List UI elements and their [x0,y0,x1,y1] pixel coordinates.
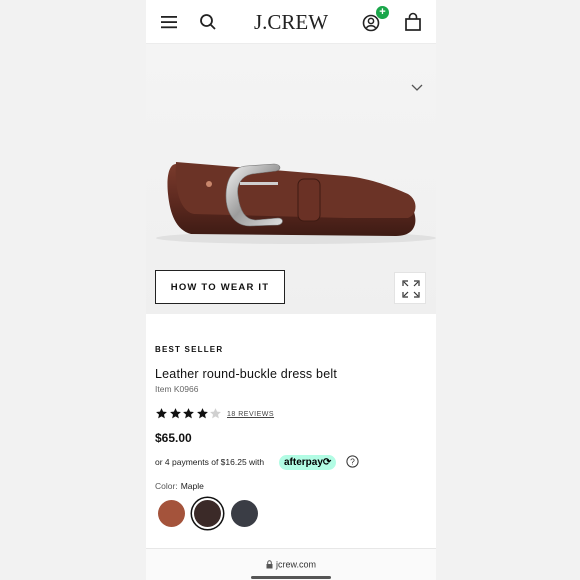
menu-icon[interactable] [158,11,180,33]
swatch-dark-brown[interactable] [194,500,221,527]
rating-stars[interactable] [155,407,223,421]
color-selector-label: Color: Maple [155,481,204,491]
help-icon[interactable]: ? [346,455,359,468]
expand-icon [402,280,420,298]
browser-url-bar[interactable]: jcrew.com [146,548,436,580]
site-header: J.CREW + [146,0,436,44]
installments-text: or 4 payments of $16.25 with [155,457,265,467]
lock-icon [266,560,273,569]
color-value: Maple [180,481,204,491]
how-to-wear-button[interactable]: HOW TO WEAR IT [155,270,285,304]
search-icon[interactable] [197,11,219,33]
svg-text:?: ? [350,457,355,467]
afterpay-logo[interactable]: afterpay⟳ [279,455,337,470]
reviews-link[interactable]: 18 REVIEWS [227,411,274,418]
home-indicator [251,576,331,579]
product-price: $65.00 [155,431,192,445]
star-icon [210,408,221,419]
best-seller-badge: BEST SELLER [155,345,224,354]
expand-image-button[interactable] [394,272,426,304]
chevron-down-icon[interactable] [411,84,423,92]
swatch-brown[interactable] [158,500,185,527]
account-plus-badge: + [376,6,389,19]
star-icon [156,408,167,419]
phone-screen: J.CREW + HOW TO WEAR IT BEST SELLER Leat… [146,0,436,580]
color-label: Color: [155,481,178,491]
star-icon [196,408,208,419]
item-number: Item K0966 [155,384,199,394]
product-title: Leather round-buckle dress belt [155,367,337,381]
url-text: jcrew.com [275,559,316,570]
product-image[interactable]: HOW TO WEAR IT [146,44,436,314]
swatch-navy[interactable] [231,500,258,527]
belt-photo [156,162,436,244]
jcrew-logo[interactable]: J.CREW [241,10,341,35]
star-icon [183,408,194,419]
shopping-bag-icon[interactable] [402,11,424,33]
star-icon [169,408,181,419]
